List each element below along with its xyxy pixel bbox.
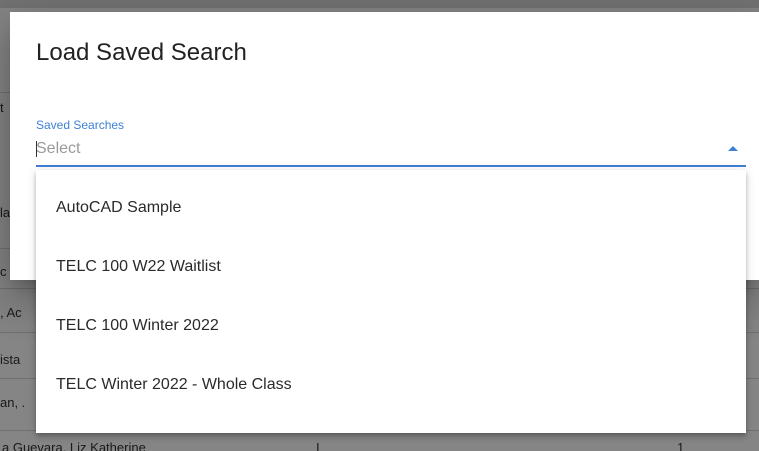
dialog-title: Load Saved Search [36,39,247,66]
field-underline [36,165,746,167]
dropdown-option-telc-100-w22-waitlist[interactable]: TELC 100 W22 Waitlist [36,237,746,296]
saved-searches-dropdown: AutoCAD Sample TELC 100 W22 Waitlist TEL… [36,170,746,433]
saved-searches-input[interactable] [36,136,716,162]
arrow-up-icon[interactable] [728,146,738,151]
dropdown-option-autocad-sample[interactable]: AutoCAD Sample [36,178,746,237]
dropdown-option-telc-100-winter-2022[interactable]: TELC 100 Winter 2022 [36,296,746,355]
text-cursor [36,141,37,157]
saved-searches-label: Saved Searches [36,118,125,132]
dropdown-option-telc-winter-2022-whole-class[interactable]: TELC Winter 2022 - Whole Class [36,355,746,414]
saved-searches-select[interactable]: Saved Searches [36,118,746,174]
